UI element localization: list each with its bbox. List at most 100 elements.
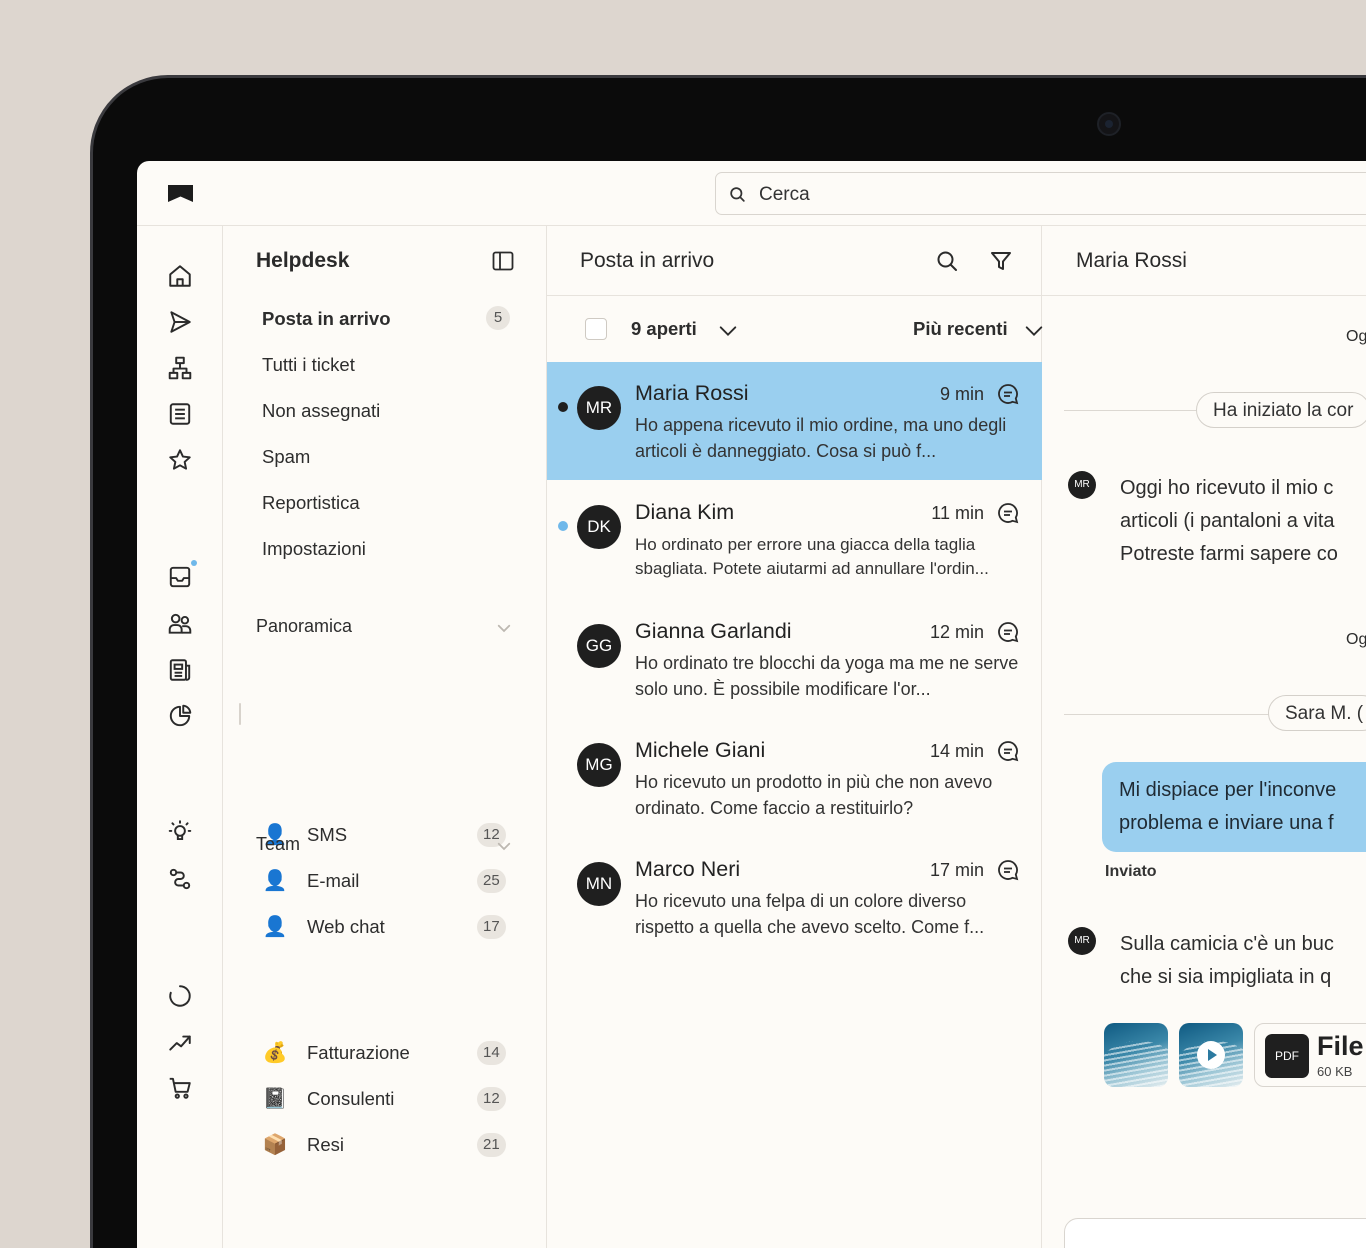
message-preview: Ho ordinato per errore una giacca della … <box>635 535 989 578</box>
loading-icon[interactable] <box>167 983 193 1009</box>
org-chart-icon[interactable] <box>167 355 193 381</box>
person-icon: 👤 <box>262 870 288 892</box>
status-filter-dropdown[interactable]: 9 aperti <box>631 318 697 340</box>
file-name: File <box>1317 1031 1364 1061</box>
search-icon <box>730 187 745 202</box>
chat-bubble-icon <box>998 860 1019 881</box>
contact-name: Gianna Garlandi <box>635 619 792 643</box>
contact-name: Diana Kim <box>635 500 735 524</box>
timestamp: 9 min <box>939 384 984 404</box>
nav-impostazioni[interactable]: Impostazioni <box>262 538 366 560</box>
home-icon[interactable] <box>167 263 193 289</box>
conversation-row[interactable]: MN Marco Neri 17 min Ho ricevuto una fel… <box>547 838 1042 956</box>
customer-message: Oggi ho ricevuto il mio c articoli (i pa… <box>1120 472 1338 571</box>
nav-non-assegnati[interactable]: Non assegnati <box>262 400 380 422</box>
message-preview: Ho appena ricevuto il mio ordine, ma uno… <box>635 415 1007 461</box>
notebook-icon: 📓 <box>262 1088 288 1110</box>
chevron-down-icon[interactable] <box>495 619 513 637</box>
list-item-label: SMS <box>307 824 348 845</box>
chat-bubble-icon <box>998 622 1019 643</box>
conversation-row[interactable]: MG Michele Giani 14 min Ho ricevuto un p… <box>547 719 1042 837</box>
chevron-down-icon[interactable] <box>717 320 739 342</box>
chat-bubble-icon <box>998 503 1019 524</box>
avatar: DK <box>577 505 621 549</box>
app-screen: Cerca Helpdesk Posta in arrivo 5 Tutti i… <box>137 161 1366 1248</box>
scroll-indicator[interactable] <box>239 703 241 725</box>
play-icon[interactable] <box>1197 1041 1225 1069</box>
sidebar-toggle-icon[interactable] <box>491 249 515 273</box>
video-attachment[interactable] <box>1179 1023 1243 1087</box>
file-attachment[interactable]: PDF File 60 KB <box>1254 1023 1366 1087</box>
filter-row: 9 aperti Più recenti <box>547 296 1043 362</box>
list-item-resi[interactable]: 📦 Resi 21 <box>261 1131 523 1159</box>
list-icon[interactable] <box>167 401 193 427</box>
send-icon[interactable] <box>167 309 193 335</box>
system-event-pill: Sara M. ( <box>1268 695 1366 731</box>
nav-tutti-i-ticket[interactable]: Tutti i ticket <box>262 354 355 376</box>
top-bar: Cerca <box>137 161 1366 226</box>
cart-icon[interactable] <box>167 1075 193 1101</box>
chevron-down-icon[interactable] <box>495 837 513 855</box>
global-search-input[interactable]: Cerca <box>715 172 1366 215</box>
system-event-pill: Ha iniziato la cor <box>1196 392 1366 428</box>
helpdesk-panel: Helpdesk Posta in arrivo 5 Tutti i ticke… <box>223 226 547 1248</box>
money-bag-icon: 💰 <box>262 1042 288 1064</box>
star-icon[interactable] <box>167 447 193 473</box>
pie-chart-icon[interactable] <box>167 703 193 729</box>
sort-dropdown[interactable]: Più recenti <box>913 318 1008 340</box>
list-item-email[interactable]: 👤 E-mail 25 <box>261 867 523 895</box>
unread-dot <box>558 402 568 412</box>
agent-message-bubble: Mi dispiace per l'inconve problema e inv… <box>1102 762 1366 852</box>
logo-icon[interactable] <box>168 185 193 202</box>
select-all-checkbox[interactable] <box>585 318 607 340</box>
count-badge: 25 <box>477 869 506 893</box>
nav-spam[interactable]: Spam <box>262 446 310 468</box>
conversation-detail: Maria Rossi Og Ha iniziato la cor MR Ogg… <box>1042 226 1366 1248</box>
message-preview: Ho ordinato tre blocchi da yoga ma me ne… <box>635 653 1019 699</box>
person-icon: 👤 <box>262 916 288 938</box>
reply-composer[interactable] <box>1064 1218 1366 1248</box>
nav-posta-in-arrivo[interactable]: Posta in arrivo <box>262 308 391 330</box>
package-icon: 📦 <box>262 1134 288 1156</box>
list-item-sms[interactable]: 👤 SMS 12 <box>261 821 523 849</box>
unread-dot <box>558 521 568 531</box>
message-line: problema e inviare una f <box>1119 812 1334 834</box>
inbox-count-badge: 5 <box>486 306 510 330</box>
filter-icon[interactable] <box>989 249 1013 273</box>
count-badge: 12 <box>477 1087 506 1111</box>
detail-contact-name: Maria Rossi <box>1076 249 1187 272</box>
news-icon[interactable] <box>167 657 193 683</box>
list-item-fatturazione[interactable]: 💰 Fatturazione 14 <box>261 1039 523 1067</box>
list-item-label: Resi <box>307 1134 345 1155</box>
lightbulb-icon[interactable] <box>167 819 193 845</box>
contact-name: Maria Rossi <box>635 381 749 405</box>
customer-message: Sulla camicia c'è un buc che si sia impi… <box>1120 928 1334 994</box>
workflow-icon[interactable] <box>167 866 193 892</box>
avatar: GG <box>577 624 621 668</box>
inbox-icon[interactable] <box>167 564 193 590</box>
message-preview: Ho ricevuto una felpa di un colore diver… <box>635 891 985 937</box>
section-team[interactable]: Team <box>256 834 300 855</box>
conversation-row[interactable]: MR Maria Rossi 9 min Ho appena ricevuto … <box>547 362 1042 480</box>
list-item-web-chat[interactable]: 👤 Web chat 17 <box>261 913 523 941</box>
section-panoramica[interactable]: Panoramica <box>256 616 352 637</box>
image-attachment[interactable] <box>1104 1023 1168 1087</box>
message-line: articoli (i pantaloni a vita <box>1120 510 1335 532</box>
list-item-consulenti[interactable]: 📓 Consulenti 12 <box>261 1085 523 1113</box>
nav-reportistica[interactable]: Reportistica <box>262 492 360 514</box>
chat-bubble-icon <box>998 741 1019 762</box>
count-badge: 14 <box>477 1041 506 1065</box>
contacts-icon[interactable] <box>167 611 193 637</box>
date-label: Og <box>1346 328 1366 345</box>
list-item-label: Web chat <box>307 916 385 937</box>
icon-rail <box>137 226 223 1248</box>
search-icon[interactable] <box>935 249 959 273</box>
list-item-label: E-mail <box>307 870 360 891</box>
conversation-row[interactable]: GG Gianna Garlandi 12 min Ho ordinato tr… <box>547 600 1042 718</box>
timestamp: 11 min <box>931 503 984 523</box>
trend-icon[interactable] <box>167 1029 193 1055</box>
message-preview: Ho ricevuto un prodotto in più che non a… <box>635 772 993 818</box>
conversation-row[interactable]: DK Diana Kim 11 min Ho ordinato per erro… <box>547 481 1042 599</box>
contact-name: Michele Giani <box>635 738 766 762</box>
timestamp: 14 min <box>929 741 984 761</box>
